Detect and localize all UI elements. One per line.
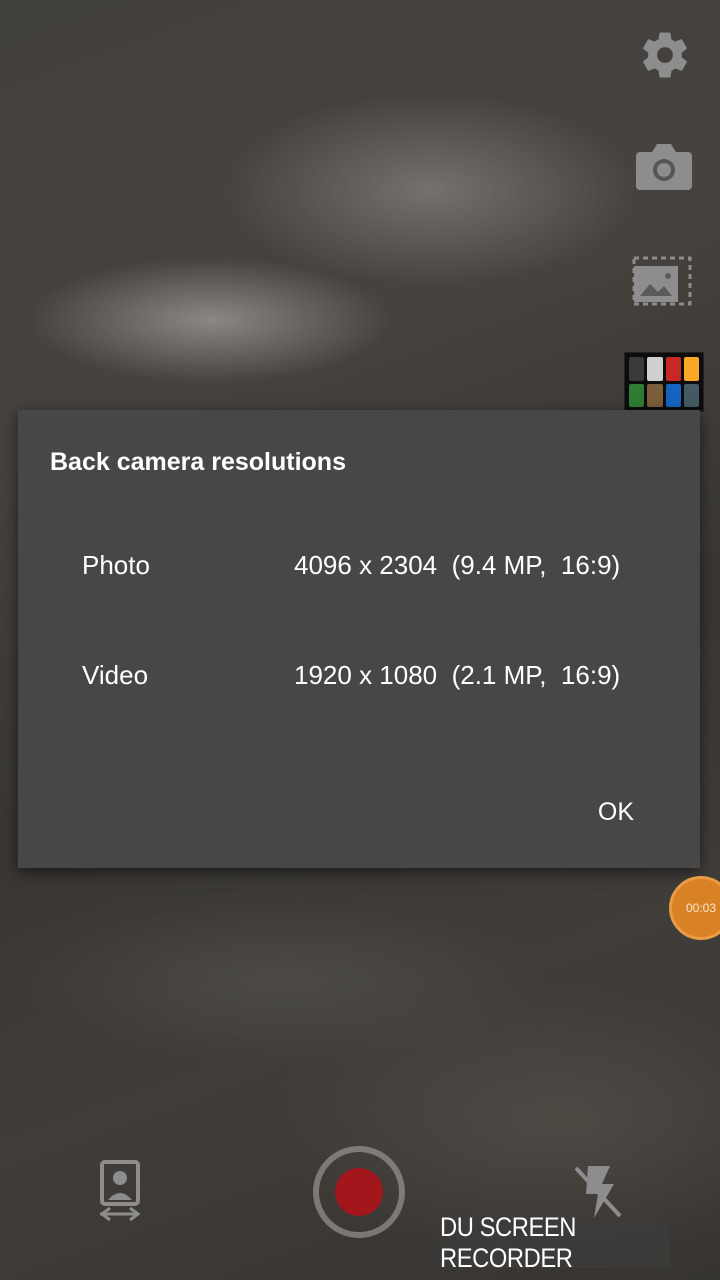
recorder-watermark: DU SCREEN RECORDER <box>440 1212 671 1273</box>
video-label: Video <box>82 660 149 690</box>
record-dot <box>335 1168 383 1216</box>
camera-icon[interactable] <box>636 140 692 192</box>
photo-resolution: 4096 x 2304 (9.4 MP, 16:9) <box>294 550 621 580</box>
dialog-title: Back camera resolutions <box>50 448 346 476</box>
resolutions-dialog: Back camera resolutions Photo 4096 x 230… <box>18 410 700 868</box>
record-button[interactable] <box>313 1146 405 1238</box>
ok-button[interactable]: OK <box>598 798 634 827</box>
aspect-ratio-icon[interactable] <box>632 256 692 306</box>
switch-camera-icon[interactable] <box>98 1160 142 1222</box>
gear-icon[interactable] <box>638 28 692 82</box>
photo-label: Photo <box>82 550 150 580</box>
gallery-thumbnail[interactable] <box>624 352 704 412</box>
video-resolution: 1920 x 1080 (2.1 MP, 16:9) <box>294 660 621 690</box>
